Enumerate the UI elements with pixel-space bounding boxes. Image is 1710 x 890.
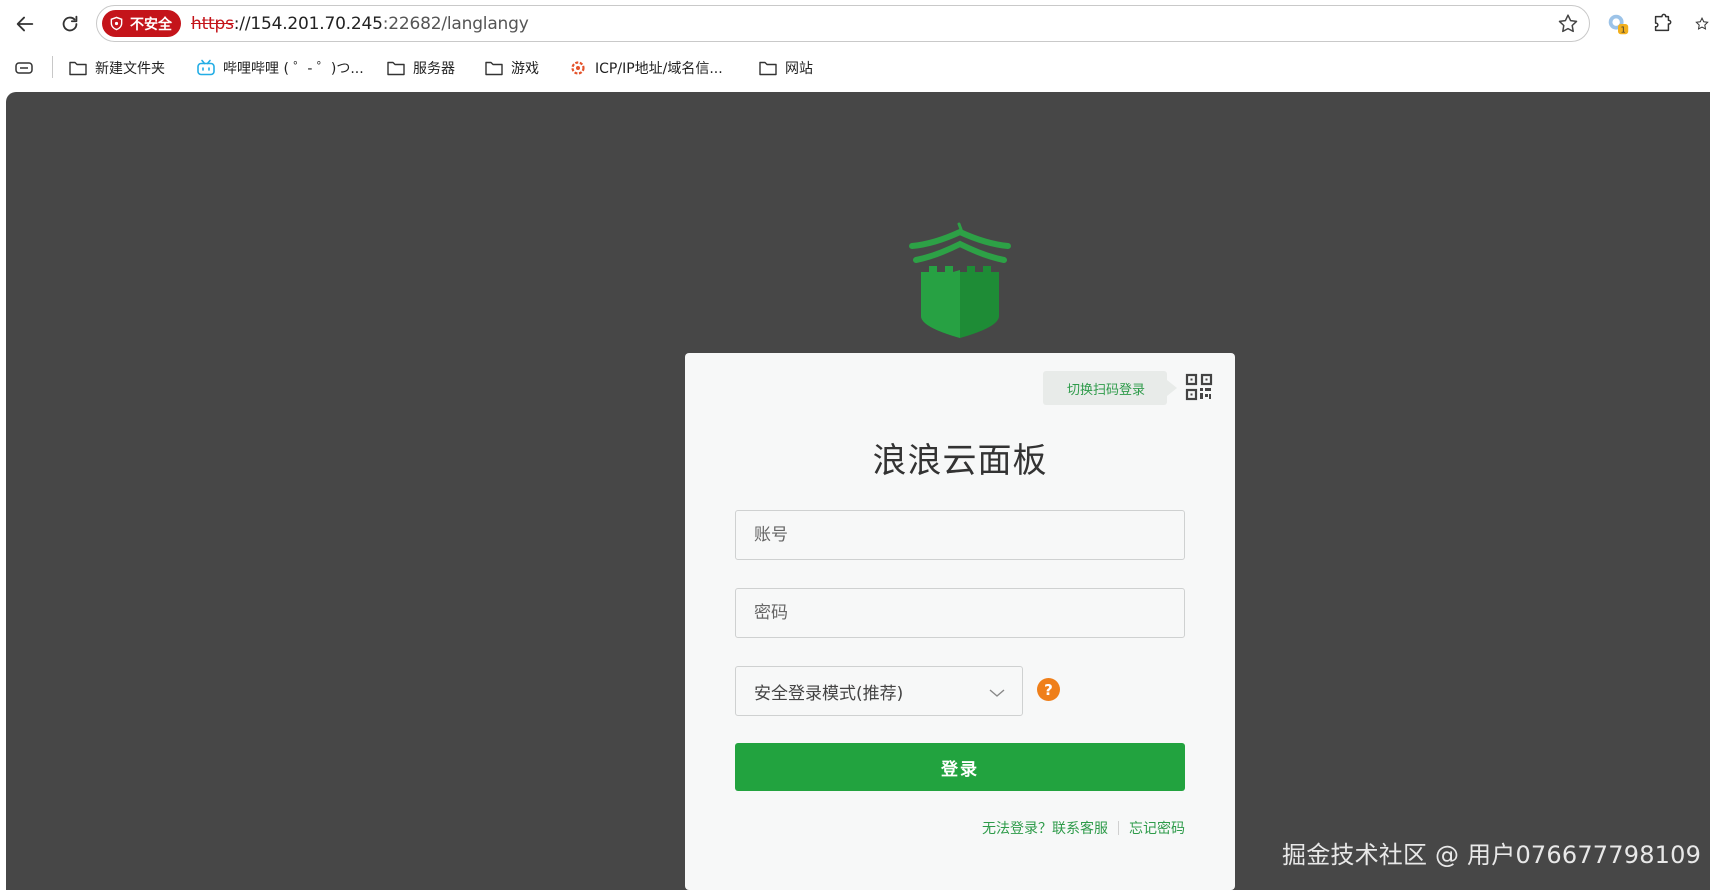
bookmark-star-icon[interactable] — [1555, 12, 1581, 36]
security-warning-chip[interactable]: 不安全 — [102, 10, 181, 37]
bookmark-label: 哔哩哔哩 ( ゜- ゜)つ... — [223, 61, 364, 77]
url-text[interactable]: https://154.201.70.245:22682/langlangy — [191, 14, 529, 34]
castle-shield-logo-icon — [909, 222, 1011, 338]
browser-toolbar: 不安全 https://154.201.70.245:22682/langlan… — [0, 0, 1710, 46]
reload-button[interactable] — [55, 9, 85, 39]
chevron-down-icon — [989, 689, 1005, 697]
bookmark-item[interactable]: 新建文件夹 — [68, 56, 165, 80]
folder-icon — [387, 61, 405, 76]
links-divider — [1118, 821, 1119, 835]
bookmark-item[interactable]: ICP/IP地址/域名信... — [568, 56, 723, 80]
favorites-star-icon — [1695, 16, 1709, 30]
bookmark-item[interactable]: 网站 — [758, 56, 813, 80]
url-host: ://154.201.70.245 — [233, 14, 383, 34]
bookmark-item[interactable]: 游戏 — [484, 56, 539, 80]
url-scheme: https — [191, 14, 234, 34]
password-input[interactable] — [735, 588, 1185, 638]
forgot-password-link[interactable]: 忘记密码 — [1129, 818, 1185, 838]
site-favicon-icon — [571, 61, 585, 75]
bilibili-icon — [197, 59, 215, 76]
shield-alert-icon — [110, 16, 123, 31]
folder-icon — [69, 61, 87, 76]
bookmarks-divider — [52, 56, 53, 78]
login-mode-value: 安全登录模式(推荐) — [754, 683, 904, 704]
bookmark-label: 游戏 — [511, 61, 539, 77]
svg-text:1: 1 — [1620, 24, 1625, 34]
puzzle-icon — [1654, 13, 1672, 32]
security-label: 不安全 — [130, 16, 172, 33]
qr-code-icon[interactable] — [1185, 373, 1213, 401]
address-bar[interactable]: 不安全 https://154.201.70.245:22682/langlan… — [96, 5, 1590, 42]
login-mode-select[interactable]: 安全登录模式(推荐) — [735, 666, 1023, 716]
favorites-button[interactable] — [1694, 10, 1710, 38]
login-card: 切换扫码登录 浪浪云面板 安全登录模式(推荐) ? 登录 无法登录？联系客服 — [685, 353, 1235, 890]
username-input[interactable] — [735, 510, 1185, 560]
contact-support-link[interactable]: 无法登录？联系客服 — [982, 818, 1108, 838]
extension-icon: 1 — [1608, 14, 1629, 34]
url-port-path: :22682/langlangy — [382, 14, 529, 34]
watermark-text: 掘金技术社区 @ 用户076677798109 — [1282, 841, 1702, 869]
back-button[interactable] — [10, 9, 40, 39]
panel-title: 浪浪云面板 — [872, 441, 1048, 481]
login-button[interactable]: 登录 — [735, 743, 1185, 791]
tab-actions-icon — [15, 62, 33, 74]
bookmark-label: ICP/IP地址/域名信... — [595, 61, 723, 77]
reload-icon — [62, 15, 78, 32]
reading-list-button[interactable] — [14, 56, 34, 80]
qr-login-switch[interactable]: 切换扫码登录 — [1042, 371, 1178, 405]
bookmarks-bar: 新建文件夹 哔哩哔哩 ( ゜- ゜)つ... 服务器 游戏 ICP/IP地址/域… — [0, 50, 1710, 86]
extension-badge-button[interactable]: 1 — [1604, 10, 1632, 38]
help-icon[interactable]: ? — [1037, 678, 1060, 701]
login-help-links: 无法登录？联系客服 忘记密码 — [982, 818, 1185, 838]
folder-icon — [485, 61, 503, 76]
arrow-left-icon — [16, 16, 34, 32]
bookmark-label: 新建文件夹 — [95, 61, 165, 77]
folder-icon — [759, 61, 777, 76]
bookmark-label: 网站 — [785, 61, 813, 77]
bookmark-item[interactable]: 服务器 — [386, 56, 455, 80]
bookmark-label: 服务器 — [413, 61, 455, 77]
extensions-button[interactable] — [1648, 10, 1676, 38]
bookmark-item[interactable]: 哔哩哔哩 ( ゜- ゜)つ... — [196, 56, 364, 80]
